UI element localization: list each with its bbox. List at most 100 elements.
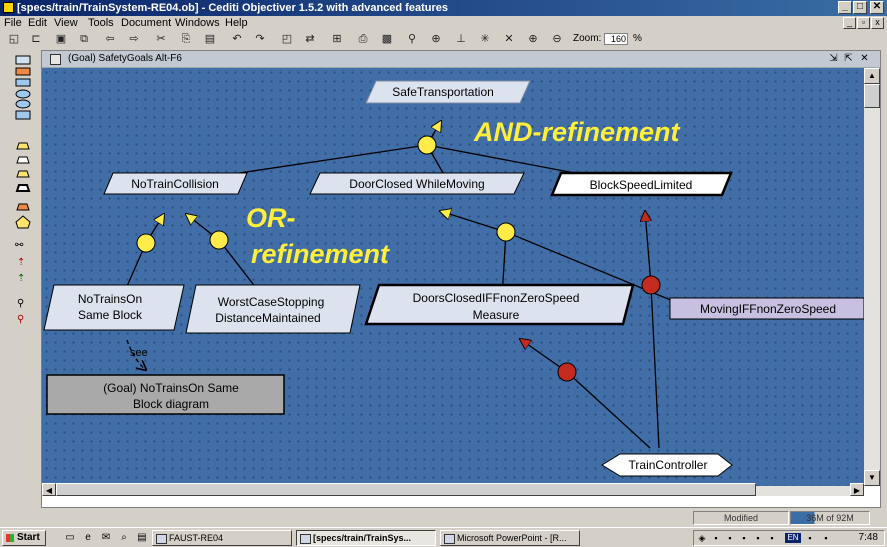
requirement-shape-icon[interactable] — [15, 78, 31, 87]
zoom-input[interactable]: 160 — [604, 33, 628, 45]
goal-worst-case-stopping[interactable]: WorstCaseStopping DistanceMaintained — [185, 284, 361, 334]
menu-file[interactable]: File — [4, 17, 22, 29]
save-all-icon[interactable]: ⧉ — [78, 33, 90, 45]
goal-shape-icon[interactable] — [15, 55, 31, 65]
window-title-bar[interactable]: [specs/train/TrainSystem-RE04.ob] - Cedi… — [0, 0, 887, 16]
goal-safe-transportation[interactable]: SafeTransportation — [365, 80, 531, 104]
agent-shape-icon[interactable] — [15, 89, 31, 99]
layout-icon[interactable]: ⊕ — [430, 33, 442, 45]
or-refinement-node-left[interactable] — [136, 233, 156, 253]
menu-windows[interactable]: Windows — [175, 17, 220, 29]
back-icon[interactable]: ⇦ — [104, 33, 116, 45]
forward-icon[interactable]: ⇨ — [128, 33, 140, 45]
minimize-button[interactable]: _ — [838, 1, 852, 14]
close-button[interactable]: ✕ — [870, 1, 884, 14]
goal-door-closed-while-moving[interactable]: DoorClosed WhileMoving — [309, 172, 525, 195]
tray-icon-1[interactable]: ◈ — [697, 533, 707, 543]
softgoal-icon[interactable] — [16, 170, 30, 178]
or-refinement-node-right[interactable] — [209, 230, 229, 250]
app-icon-2[interactable]: ▤ — [136, 532, 148, 544]
requirement-bold-icon[interactable] — [15, 184, 31, 192]
responsibility-node-doors[interactable] — [557, 362, 577, 382]
entity-shape-icon[interactable] — [15, 110, 31, 120]
goal-tool-icon[interactable]: ◰ — [281, 33, 293, 45]
image-icon[interactable]: ▩ — [381, 33, 393, 45]
open-icon[interactable]: ⊏ — [30, 33, 42, 45]
zoom-out-icon[interactable]: ⊖ — [551, 33, 563, 45]
desktop-icon[interactable]: ▭ — [64, 532, 76, 544]
spread-icon[interactable]: ✳ — [479, 33, 491, 45]
or-node-icon[interactable]: ⚲ — [17, 314, 24, 325]
zoom-in-icon[interactable]: ⊕ — [527, 33, 539, 45]
door-refinement-node[interactable] — [496, 222, 516, 242]
obstacle-shape-icon[interactable] — [15, 67, 31, 76]
undo-icon[interactable]: ↶ — [231, 33, 243, 45]
tray-icon-3[interactable]: ▪ — [725, 533, 735, 543]
diagram-icon[interactable]: ⊞ — [331, 33, 343, 45]
redo-icon[interactable]: ↷ — [254, 33, 266, 45]
tray-icon-4[interactable]: ▪ — [739, 533, 749, 543]
goal-no-trains-on-same-block[interactable]: NoTrainsOn Same Block — [43, 284, 185, 331]
expectation-shape-icon[interactable] — [16, 142, 30, 150]
new-doc-icon[interactable]: ◱ — [8, 33, 20, 45]
language-indicator[interactable]: EN — [785, 533, 801, 543]
goal-reference-diagram[interactable]: (Goal) NoTrainsOn Same Block diagram — [46, 374, 285, 415]
task-faust[interactable]: FAUST-RE04 — [152, 530, 292, 546]
paste-icon[interactable]: ▤ — [204, 33, 216, 45]
tray-icon-2[interactable]: ▪ — [711, 533, 721, 543]
goal-doors-closed-iff-nonzero-speed[interactable]: DoorsClosedIFFnonZeroSpeed Measure — [364, 283, 635, 326]
tray-icon-6[interactable]: ▪ — [767, 533, 777, 543]
vertical-scroll-thumb[interactable] — [864, 84, 880, 108]
diagram-canvas[interactable]: SafeTransportation NoTrainCollision Door… — [42, 68, 864, 486]
task-objectiver[interactable]: [specs/train/TrainSys... — [296, 530, 436, 546]
tree-icon[interactable]: ⚲ — [406, 33, 418, 45]
menu-help[interactable]: Help — [225, 17, 248, 29]
operation-shape-icon[interactable] — [15, 99, 31, 109]
diagram-restore-icon[interactable]: ⇱ — [842, 52, 855, 65]
mdi-restore-button[interactable]: ▫ — [857, 17, 870, 29]
vertical-scrollbar[interactable]: ▲ ▼ — [864, 68, 880, 486]
tray-icon-7[interactable]: ▪ — [805, 533, 815, 543]
scroll-down-icon[interactable]: ▼ — [864, 470, 880, 486]
event-shape-icon[interactable] — [15, 215, 31, 229]
save-icon[interactable]: ▣ — [55, 33, 67, 45]
tray-icon-5[interactable]: ▪ — [753, 533, 763, 543]
collapse-icon[interactable]: ✕ — [503, 33, 515, 45]
and-node-icon[interactable]: ⚲ — [17, 298, 24, 309]
link-icon[interactable]: ⚯ — [15, 240, 24, 251]
maximize-button[interactable]: □ — [853, 1, 867, 14]
goal-no-train-collision[interactable]: NoTrainCollision — [103, 172, 248, 195]
task-powerpoint[interactable]: Microsoft PowerPoint - [R... — [440, 530, 580, 546]
copy-icon[interactable]: ⎘ — [180, 33, 192, 45]
responsibility-node-block-speed[interactable] — [641, 275, 661, 295]
mdi-minimize-button[interactable]: _ — [843, 17, 856, 29]
responsibility-icon[interactable]: ⇡ — [17, 273, 25, 284]
menu-tools[interactable]: Tools — [88, 17, 114, 29]
menu-view[interactable]: View — [54, 17, 78, 29]
print-icon[interactable]: ⎙ — [357, 33, 369, 45]
mail-icon[interactable]: ✉ — [100, 532, 112, 544]
and-refinement-node[interactable] — [417, 135, 437, 155]
domain-prop-moving-iff-nonzero-speed[interactable]: MovingIFFnonZeroSpeed — [669, 297, 864, 320]
start-button[interactable]: Start — [2, 530, 46, 546]
scroll-up-icon[interactable]: ▲ — [864, 68, 880, 84]
diagram-window-title-bar[interactable]: (Goal) SafetyGoals Alt-F6 ⇲ ⇱ ✕ — [42, 51, 880, 68]
cut-icon[interactable]: ✂ — [155, 33, 167, 45]
menu-edit[interactable]: Edit — [28, 17, 47, 29]
domain-prop-icon[interactable] — [16, 156, 30, 164]
mdi-close-button[interactable]: x — [871, 17, 884, 29]
scroll-left-icon[interactable]: ◀ — [42, 483, 56, 496]
goal-block-speed-limited[interactable]: BlockSpeedLimited — [550, 171, 733, 197]
diagram-close-icon[interactable]: ✕ — [858, 52, 871, 65]
diagram-float-icon[interactable]: ⇲ — [827, 52, 840, 65]
menu-document[interactable]: Document — [121, 17, 171, 29]
explorer-icon[interactable]: ⌕ — [118, 532, 130, 544]
hierarchy-icon[interactable]: ⊥ — [455, 33, 467, 45]
agent-train-controller[interactable]: TrainController — [601, 453, 733, 477]
scroll-right-icon[interactable]: ▶ — [850, 483, 864, 496]
refine-icon[interactable]: ⇡ — [17, 257, 25, 268]
horizontal-scroll-thumb[interactable] — [56, 483, 756, 496]
horizontal-scrollbar[interactable]: ◀ ▶ — [42, 483, 864, 496]
link-tool-icon[interactable]: ⇄ — [304, 33, 316, 45]
obstacle-para-icon[interactable] — [16, 203, 30, 211]
